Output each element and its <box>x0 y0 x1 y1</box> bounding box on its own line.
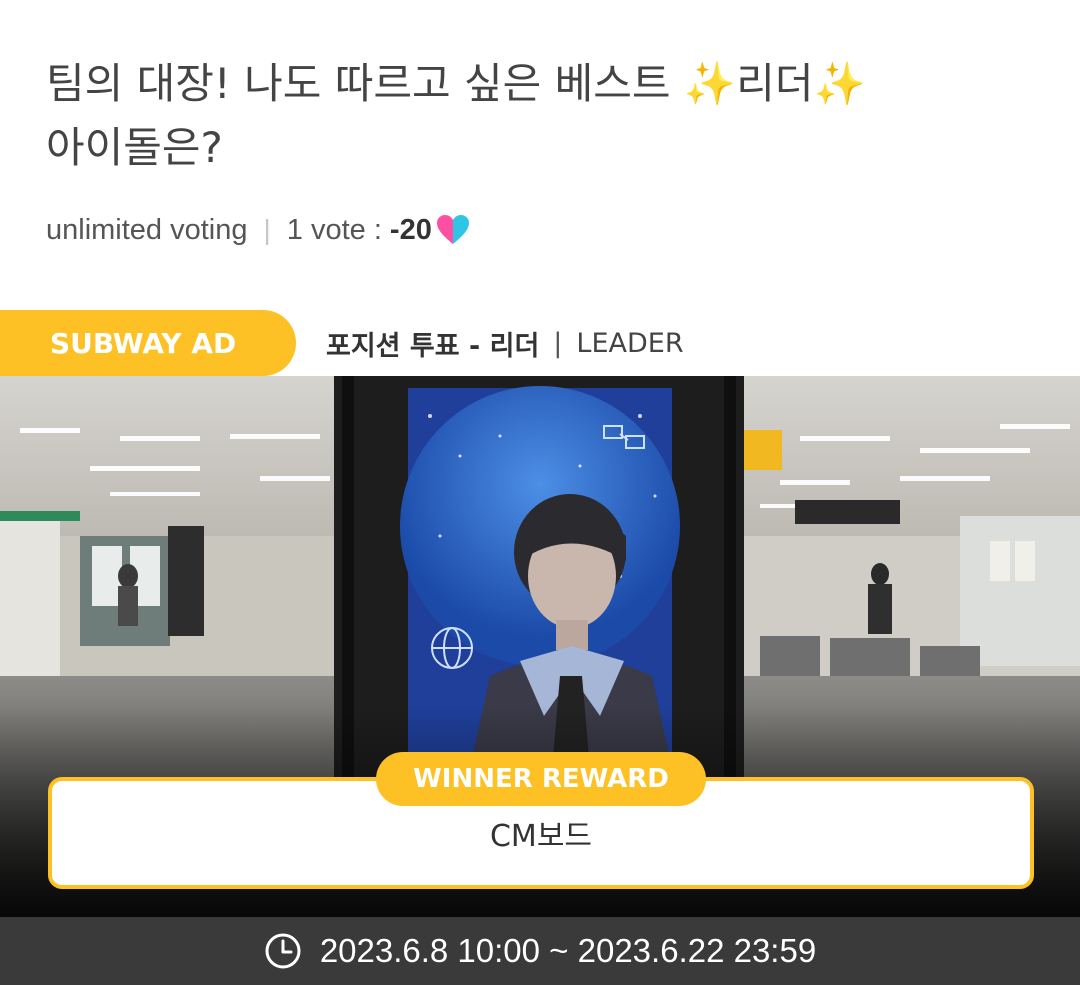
clock-icon <box>265 933 301 969</box>
meta-separator: | <box>263 214 271 245</box>
vote-meta: unlimited voting | 1 vote : -20 <box>46 208 470 252</box>
vote-label: 1 vote : <box>286 213 382 246</box>
reward-value: CM보드 <box>489 819 593 854</box>
vote-cost: -20 <box>389 213 432 246</box>
sparkle-icon: ✨ <box>813 59 866 108</box>
title-text: 팀의 대장! 나도 따르고 싶은 베스트 <box>46 59 684 108</box>
sparkle-icon: ✨ <box>683 59 737 108</box>
subway-ad-card[interactable]: SUBWAY AD 포지션 투표 - 리더 | LEADER CM보드 WINN… <box>0 310 1080 917</box>
subway-ad-tag: SUBWAY AD <box>0 310 296 376</box>
position-divider: | <box>553 327 563 359</box>
voting-period-bar: 2023.6.8 10:00 ~ 2023.6.22 23:59 <box>0 917 1080 985</box>
title-text-line2: 아이돌은? <box>46 123 223 172</box>
poll-title: 팀의 대장! 나도 따르고 싶은 베스트 ✨리더✨ 아이돌은? <box>46 52 1046 180</box>
ad-header: SUBWAY AD 포지션 투표 - 리더 | LEADER <box>0 310 1080 376</box>
heart-icon <box>436 215 469 244</box>
position-label: 포지션 투표 - 리더 <box>326 330 540 362</box>
leader-label: LEADER <box>576 327 684 359</box>
ad-position: 포지션 투표 - 리더 | LEADER <box>326 310 684 376</box>
voting-type: unlimited voting <box>46 213 248 246</box>
winner-reward-tag: WINNER REWARD <box>376 752 706 806</box>
title-text-leader: 리더 <box>736 59 814 108</box>
voting-period: 2023.6.8 10:00 ~ 2023.6.22 23:59 <box>319 932 817 969</box>
